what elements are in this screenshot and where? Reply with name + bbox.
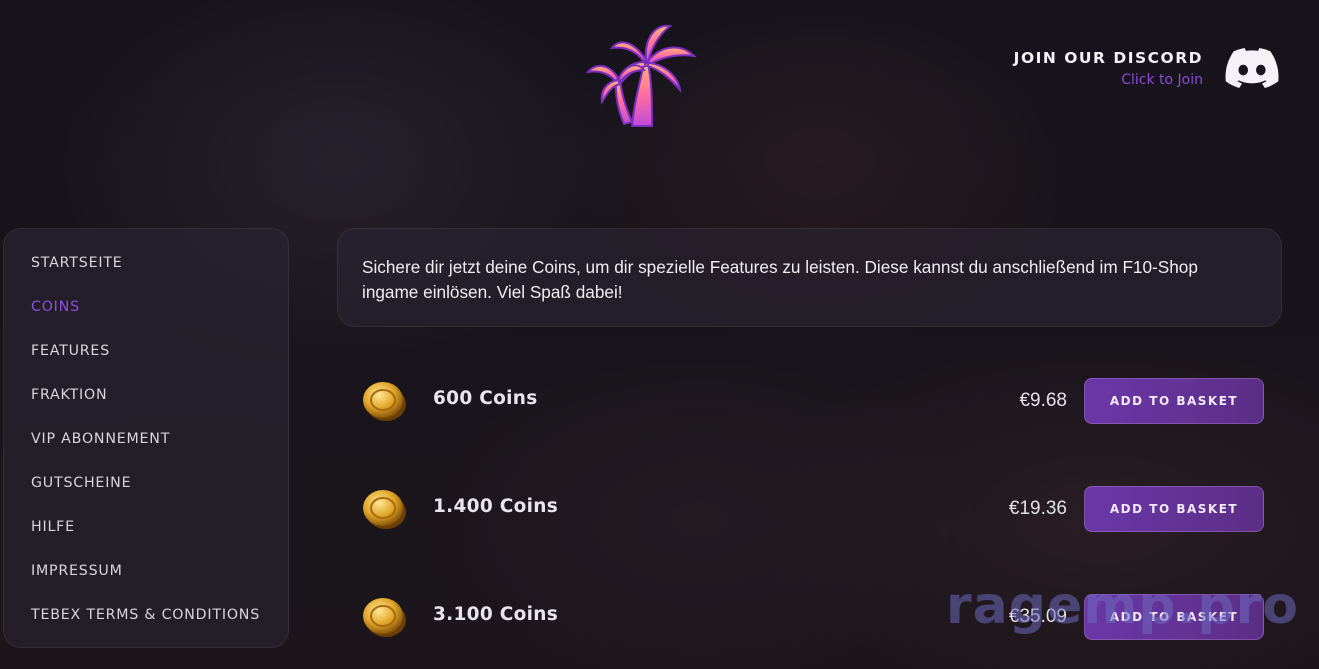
product-row: 3.100 Coins €35.09 ADD TO BASKET xyxy=(337,580,1282,650)
discord-link[interactable]: JOIN OUR DISCORD Click to Join xyxy=(1014,48,1279,88)
sidebar-item-tebex-terms[interactable]: TEBEX TERMS & CONDITIONS xyxy=(4,605,288,649)
palm-trees-logo[interactable] xyxy=(582,18,704,134)
product-row: 1.400 Coins €19.36 ADD TO BASKET xyxy=(337,472,1282,542)
sidebar-item-coins[interactable]: COINS xyxy=(4,297,288,341)
add-to-basket-button[interactable]: ADD TO BASKET xyxy=(1084,594,1264,640)
product-name: 600 Coins xyxy=(433,388,538,409)
gold-coin-icon xyxy=(363,598,406,637)
intro-text: Sichere dir jetzt deine Coins, um dir sp… xyxy=(337,228,1282,327)
add-to-basket-button[interactable]: ADD TO BASKET xyxy=(1084,486,1264,532)
product-row: 600 Coins €9.68 ADD TO BASKET xyxy=(337,364,1282,434)
sidebar-item-hilfe[interactable]: HILFE xyxy=(4,517,288,561)
product-price: €19.36 xyxy=(1008,498,1067,519)
product-price: €35.09 xyxy=(1008,606,1067,627)
discord-title[interactable]: JOIN OUR DISCORD xyxy=(1014,49,1203,67)
discord-join-link[interactable]: Click to Join xyxy=(1014,72,1203,88)
sidebar-item-fraktion[interactable]: FRAKTION xyxy=(4,385,288,429)
sidebar-item-gutscheine[interactable]: GUTSCHEINE xyxy=(4,473,288,517)
gold-coin-icon xyxy=(363,382,406,421)
sidebar-item-features[interactable]: FEATURES xyxy=(4,341,288,385)
sidebar-item-startseite[interactable]: STARTSEITE xyxy=(4,253,288,297)
sidebar-nav: STARTSEITE COINS FEATURES FRAKTION VIP A… xyxy=(3,228,289,648)
product-name: 1.400 Coins xyxy=(433,496,559,517)
product-price: €9.68 xyxy=(1019,390,1067,411)
discord-icon[interactable] xyxy=(1225,48,1279,88)
add-to-basket-button[interactable]: ADD TO BASKET xyxy=(1084,378,1264,424)
sidebar-item-vip-abonnement[interactable]: VIP ABONNEMENT xyxy=(4,429,288,473)
sidebar-item-impressum[interactable]: IMPRESSUM xyxy=(4,561,288,605)
product-name: 3.100 Coins xyxy=(433,604,559,625)
discord-text[interactable]: JOIN OUR DISCORD Click to Join xyxy=(1014,49,1203,88)
gold-coin-icon xyxy=(363,490,406,529)
